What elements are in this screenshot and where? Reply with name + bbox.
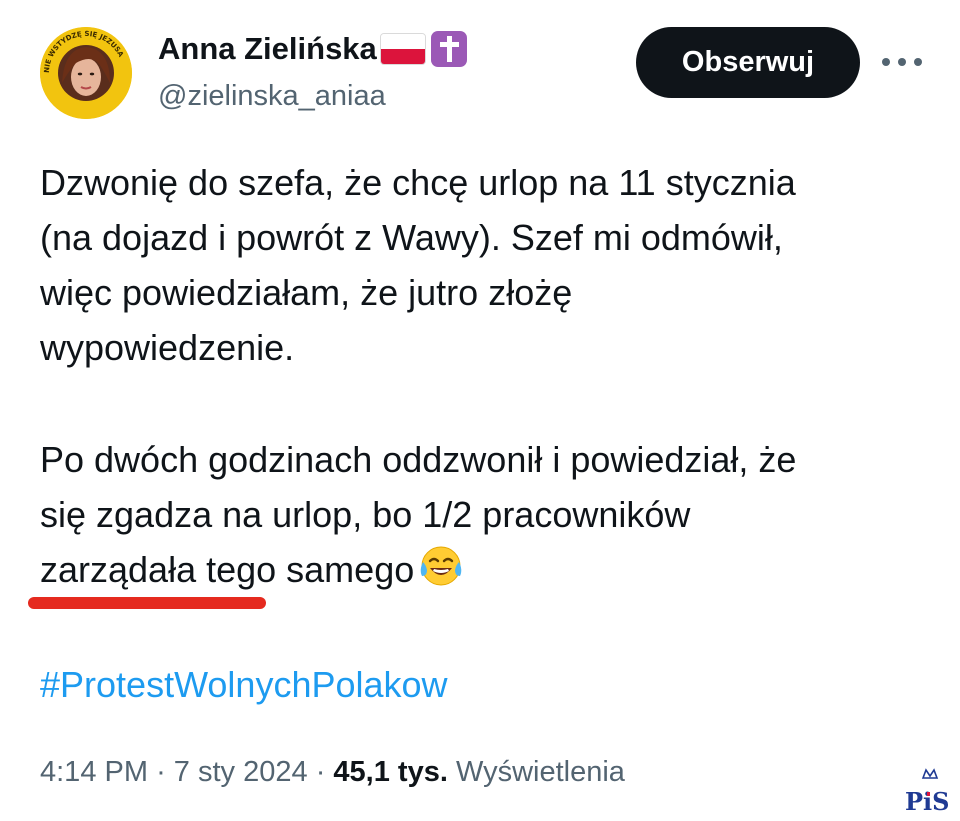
tweet-time[interactable]: 4:14 PM [40, 756, 148, 788]
tweet-line: wypowiedzenie. [40, 327, 295, 368]
display-name[interactable]: Anna Zielińska [158, 30, 467, 68]
tweet-text: Dzwonię do szefa, że chcę urlop na 11 st… [40, 155, 920, 597]
tweet-line: Dzwonię do szefa, że chcę urlop na 11 st… [40, 162, 796, 203]
tweet-line: więc powiedziałam, że jutro złożę [40, 272, 573, 313]
views-label: Wyświetlenia [455, 756, 625, 788]
watermark-text: PiS [905, 787, 950, 816]
tweet-line: się zgadza na urlop, bo 1/2 pracowników [40, 494, 691, 535]
follow-button[interactable]: Obserwuj [636, 27, 860, 98]
avatar[interactable]: NIE WSTYDZĘ SIĘ JEZUSA [40, 27, 132, 119]
poland-flag-icon [380, 34, 425, 64]
display-name-text: Anna Zielińska [158, 31, 377, 66]
views-count: 45,1 tys. [333, 756, 448, 788]
user-handle[interactable]: @zielinska_aniaa [158, 78, 386, 114]
meta-separator: · [315, 756, 326, 788]
tweet-line-text: zarządała tego samego [40, 549, 415, 590]
pis-logo-watermark: PiS [905, 768, 950, 816]
tweet-meta: 4:14 PM · 7 sty 2024 · 45,1 tys. Wyświet… [40, 750, 625, 794]
tweet-line: Po dwóch godzinach oddzwonił i powiedzia… [40, 439, 797, 480]
tweet-line: (na dojazd i powrót z Wawy). Szef mi odm… [40, 217, 783, 258]
hashtag-link[interactable]: #ProtestWolnychPolakow [40, 660, 448, 710]
meta-separator: · [156, 756, 166, 788]
tears-of-joy-icon [420, 546, 462, 586]
latin-cross-icon [430, 31, 467, 67]
red-underline-mark [28, 597, 266, 609]
more-dots-icon[interactable] [882, 55, 922, 69]
tweet-line-last: zarządała tego samego [40, 542, 920, 597]
tweet-date[interactable]: 7 sty 2024 [174, 756, 308, 788]
avatar-image: NIE WSTYDZĘ SIĘ JEZUSA [40, 27, 132, 119]
